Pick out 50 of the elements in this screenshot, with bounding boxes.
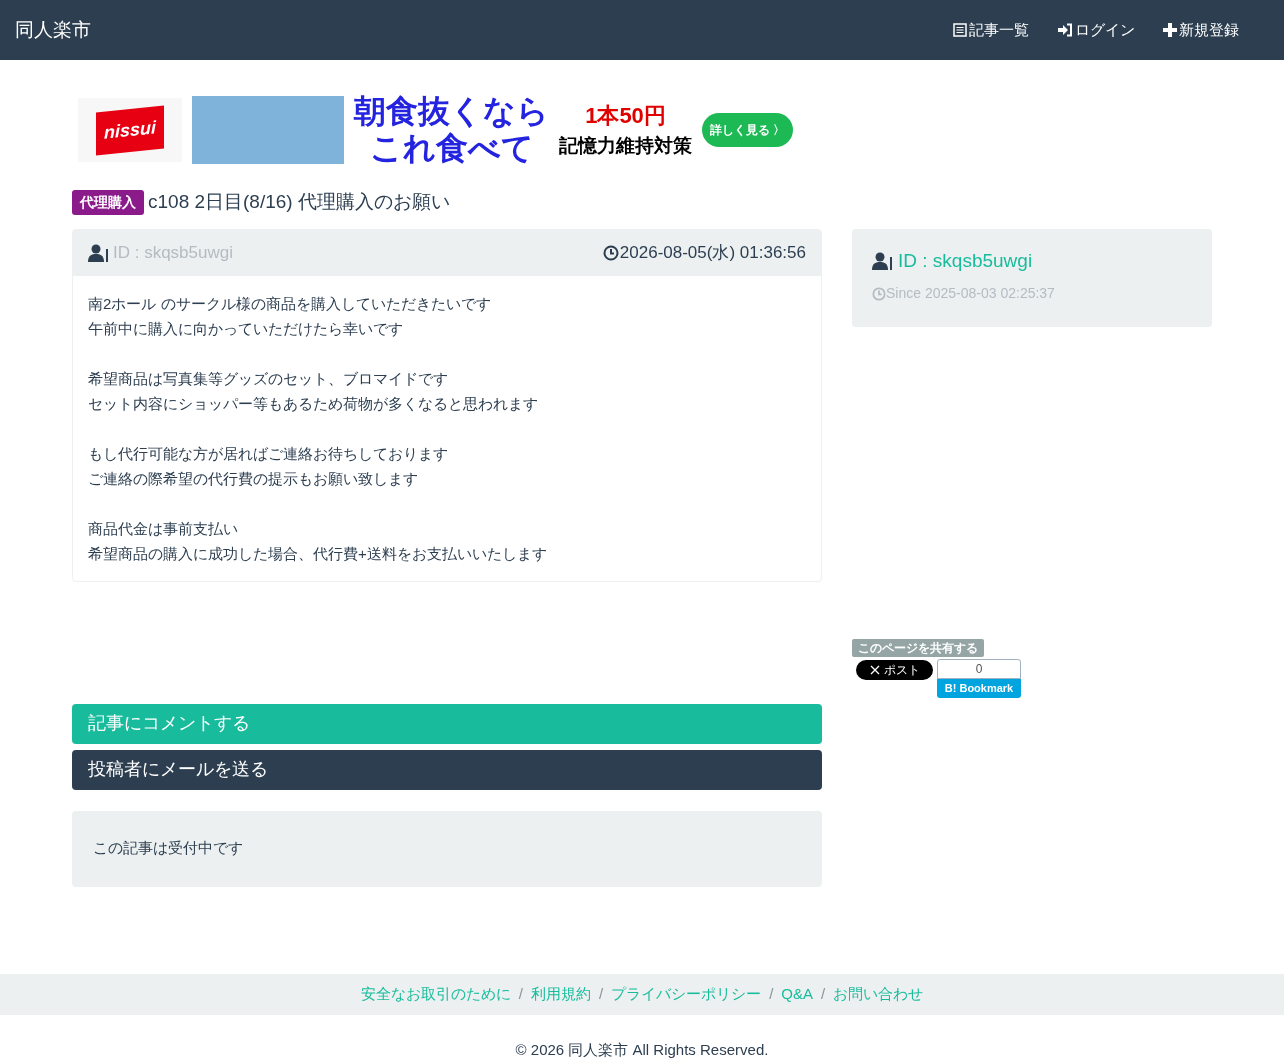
ad-banner[interactable]: nissui 朝食抜くなら これ食べて 1本50円 記憶力維持対策 詳しく見る 〉 (78, 92, 1212, 168)
separator: / (517, 983, 524, 1004)
body-text: 午前中に購入に向かっていただけたら幸いです (88, 318, 404, 339)
body-text: 商品代金は事前支払い (88, 518, 239, 539)
list-icon (953, 23, 967, 37)
logo: nissui (78, 98, 182, 162)
author-id: ID : skqsb5uwgi (113, 241, 233, 264)
user-icon (872, 251, 894, 270)
ad-headline: 朝食抜くなら (354, 93, 549, 130)
footer-link[interactable]: Q&A (781, 982, 813, 1006)
posted-date: 2026-08-05(水) 01:36:56 (619, 241, 806, 264)
ad-price: 1本50円 (585, 102, 666, 131)
footer-link[interactable]: 安全なお取引のために (360, 982, 511, 1006)
x-post-button[interactable]: ポスト (856, 659, 933, 680)
sign-in-icon (1057, 23, 1073, 37)
comment-button[interactable]: 記事にコメントする (72, 703, 822, 744)
body-text: ご連絡の際希望の代行費の提示もお願い致します (88, 468, 419, 489)
plus-icon (1163, 23, 1177, 37)
ad-headline: これ食べて (369, 130, 534, 167)
footer-link[interactable]: プライバシーポリシー (611, 982, 762, 1006)
nav-link[interactable]: 新規登録 (1163, 18, 1239, 42)
user-icon (88, 243, 110, 262)
body-text: 希望商品の購入に成功した場合、代行費+送料をお支払いいたします (88, 543, 548, 564)
separator: / (820, 983, 827, 1004)
body-text: セット内容にショッパー等もあるため荷物が多くなると思われます (88, 393, 539, 414)
profile-id-link[interactable]: ID : skqsb5uwgi (898, 246, 1033, 275)
separator: / (598, 983, 605, 1004)
bookmark-button[interactable]: B! Bookmark (937, 678, 1021, 698)
nav-link[interactable]: 記事一覧 (953, 18, 1029, 42)
mail-button[interactable]: 投稿者にメールを送る (72, 749, 822, 790)
nav-link[interactable]: ログイン (1057, 18, 1135, 42)
clock-icon (602, 244, 619, 261)
body-text: もし代行可能な方が居ればご連絡お待ちしております (88, 443, 449, 464)
body-text: 南2ホール のサークル様の商品を購入していただきたいです (88, 293, 492, 314)
member-since: Since 2025-08-03 02:25:37 (886, 284, 1055, 303)
ad-tagline: 記憶力維持対策 (559, 134, 692, 159)
category-badge: 代理購入 (72, 189, 144, 215)
article-title: c108 2日目(8/16) 代理購入のお願い (148, 190, 450, 214)
clock-icon (872, 286, 886, 301)
body-text: 希望商品は写真集等グッズのセット、ブロマイドです (88, 368, 449, 389)
separator: / (768, 983, 775, 1004)
ad-details-button[interactable]: 詳しく見る 〉 (702, 113, 794, 147)
status-notice: この記事は受付中です (72, 810, 822, 887)
x-logo-icon (869, 664, 880, 675)
copyright: © 2026 同人楽市 All Rights Reserved. (514, 1039, 770, 1060)
footer-link[interactable]: お問い合わせ (833, 982, 924, 1006)
bookmark-count: 0 (937, 658, 1021, 679)
share-label: このページを共有する (852, 638, 984, 657)
footer-link[interactable]: 利用規約 (531, 982, 591, 1006)
brand-link[interactable]: 同人楽市 (15, 15, 91, 45)
